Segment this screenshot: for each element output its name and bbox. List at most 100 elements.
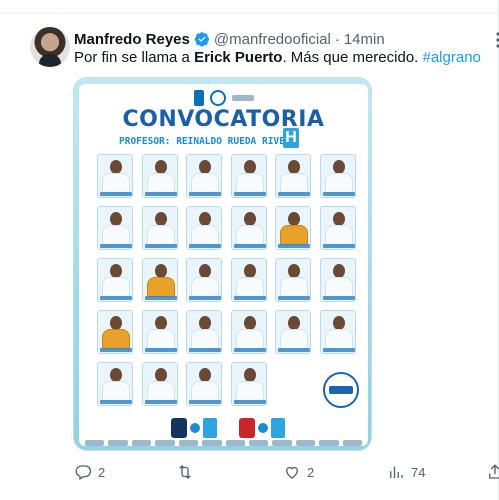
player-head (199, 368, 211, 382)
player-head (332, 160, 345, 174)
player-card (230, 362, 267, 406)
tweet-header: Manfredo Reyes @manfredooficial · 14min (74, 29, 385, 49)
player-body (324, 277, 353, 297)
player-name (144, 192, 177, 196)
player-name (144, 348, 177, 352)
todos-badge (323, 372, 359, 408)
tweet-text-suffix: . Más que merecido. (282, 49, 423, 66)
player-head (288, 212, 300, 226)
player-body (280, 329, 308, 349)
hashtag-link[interactable]: #algrano (423, 49, 481, 66)
player-name (278, 296, 310, 300)
display-name[interactable]: Manfredo Reyes (74, 31, 190, 48)
player-name (189, 348, 221, 352)
player-name (189, 244, 221, 248)
player-card (141, 258, 178, 302)
player-name (233, 192, 266, 196)
player-name (100, 348, 132, 352)
player-body (191, 173, 219, 193)
match-costarica-honduras (239, 418, 285, 438)
verified-badge-icon (194, 32, 209, 47)
honduras-h-icon (271, 418, 285, 438)
player-body (191, 225, 219, 245)
like-icon (286, 466, 298, 479)
player-card (141, 362, 178, 406)
poster-title: CONVOCATORIA (122, 107, 325, 132)
player-body (102, 329, 130, 349)
like-button[interactable]: 2 (283, 462, 314, 482)
player-card (319, 154, 356, 198)
reply-icon (75, 465, 92, 480)
player-body (280, 277, 308, 297)
player-card (141, 310, 178, 354)
player-head (332, 264, 345, 278)
player-card (141, 154, 178, 198)
player-card (230, 206, 267, 250)
player-body (235, 277, 264, 297)
qualifiers-wordmark (232, 95, 254, 101)
player-head (110, 368, 122, 382)
player-head (243, 264, 256, 278)
qualifiers-logo (210, 90, 226, 106)
views-button[interactable]: 74 (387, 462, 425, 482)
player-head (110, 160, 122, 174)
retweet-icon (179, 465, 191, 479)
avatar[interactable] (30, 27, 70, 67)
player-head (243, 212, 256, 226)
player-body (102, 173, 130, 193)
player-head (332, 212, 345, 226)
timestamp[interactable]: 14min (344, 31, 385, 48)
player-name (100, 244, 132, 248)
player-card (319, 206, 356, 250)
share-button[interactable] (486, 462, 499, 482)
reply-count: 2 (98, 464, 106, 480)
sponsor-strip (85, 440, 363, 446)
player-card (186, 154, 222, 198)
player-body (102, 381, 130, 401)
match-honduras-nicaragua (171, 418, 217, 438)
player-card (186, 362, 222, 406)
player-name (100, 192, 132, 196)
player-head (154, 160, 167, 174)
player-name (144, 400, 177, 404)
player-body (191, 381, 219, 401)
player-head (288, 264, 300, 278)
player-card (97, 310, 133, 354)
player-name (144, 244, 177, 248)
player-card (275, 310, 311, 354)
player-name (100, 400, 132, 404)
player-name (278, 244, 310, 248)
mention-name: Erick Puerto (194, 49, 283, 66)
player-body (280, 225, 308, 245)
player-head (243, 160, 256, 174)
player-body (102, 225, 130, 245)
player-body (280, 173, 308, 193)
player-card (230, 310, 267, 354)
player-grid (97, 154, 356, 406)
player-body (324, 173, 353, 193)
player-card (97, 362, 133, 406)
player-body (191, 329, 219, 349)
more-icon[interactable] (493, 30, 499, 50)
player-head (154, 368, 167, 382)
player-card (275, 258, 311, 302)
tweet-media[interactable]: CONVOCATORIA PROFESOR: REINALDO RUEDA RI… (73, 77, 372, 451)
player-head (154, 264, 167, 278)
player-head (199, 264, 211, 278)
handle[interactable]: @manfredooficial (214, 31, 331, 48)
player-name (322, 296, 355, 300)
reply-button[interactable]: 2 (74, 462, 105, 482)
player-head (243, 316, 256, 330)
retweet-button[interactable] (176, 462, 200, 482)
share-icon (489, 464, 499, 479)
player-name (233, 400, 266, 404)
player-head (110, 264, 122, 278)
tweet-text-prefix: Por fin se llama a (74, 49, 195, 66)
player-name (189, 296, 221, 300)
player-name (233, 244, 266, 248)
player-card (319, 258, 356, 302)
player-body (324, 329, 353, 349)
player-body (235, 173, 264, 193)
player-body (146, 277, 175, 297)
player-head (332, 316, 345, 330)
